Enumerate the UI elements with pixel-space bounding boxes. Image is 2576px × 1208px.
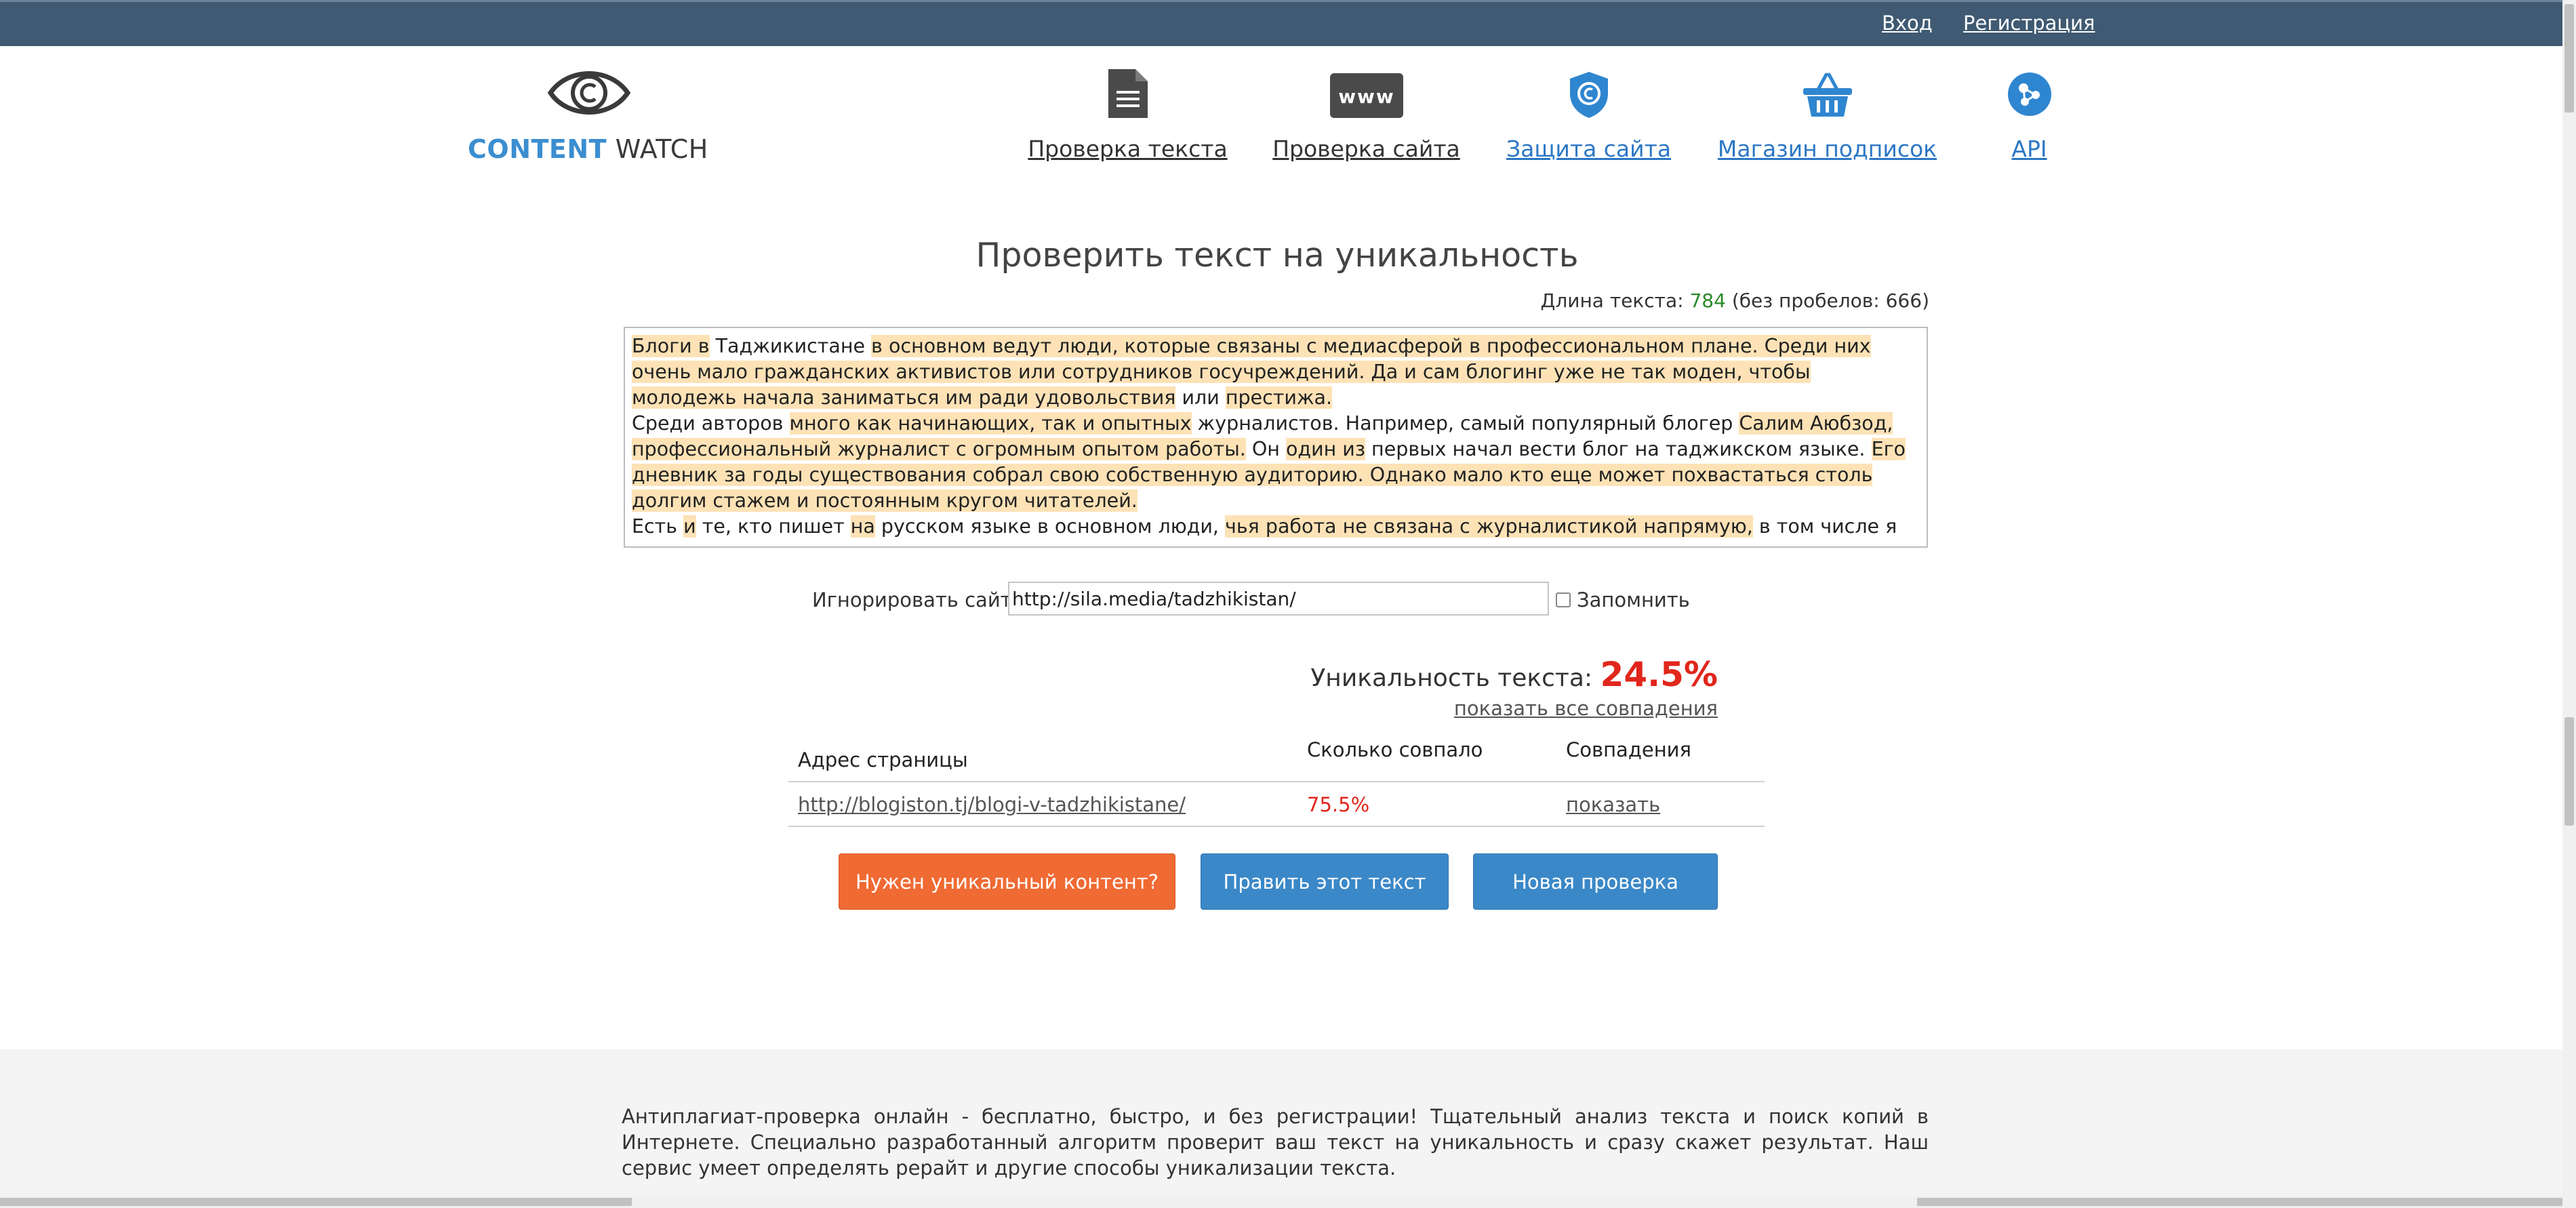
text-fragment: те, кто пишет [696,515,851,538]
remember-label: Запомнить [1577,588,1690,611]
match-url-link[interactable]: http://blogiston.tj/blogi-v-tadzhikistan… [798,793,1186,816]
document-icon [1107,68,1149,122]
scroll-thumb[interactable] [2564,717,2574,826]
scroll-thumb-left[interactable] [0,1198,632,1206]
text-fragment: Он [1245,438,1286,460]
text-paragraph: Блоги в Таджикистане в основном ведут лю… [632,334,1920,411]
nav-label-subscription-shop[interactable]: Магазин подписок [1718,136,1937,162]
svg-text:www: www [1338,85,1395,108]
uniqueness-label: Уникальность текста: [1310,664,1593,692]
need-content-button[interactable]: Нужен уникальный контент? [839,853,1175,910]
matches-table: Адрес страницы Сколько совпало Совпадени… [788,732,1765,827]
matched-fragment: чья работа не связана с журналистикой на… [1225,515,1753,538]
text-paragraph: Есть и те, кто пишет на русском языке в … [632,514,1920,546]
text-fragment: или [1175,386,1226,409]
vertical-scrollbar[interactable] [2562,0,2576,1208]
logo-part-content: CONTENT [468,134,607,164]
eye-copyright-icon[interactable] [547,66,631,123]
nav-label-site-protection[interactable]: Защита сайта [1506,136,1671,162]
length-value: 784 [1689,289,1726,312]
footer-description: Антиплагиат-проверка онлайн - бесплатно,… [622,1105,1929,1180]
matched-fragment: Блоги в [632,335,710,357]
uniqueness-value: 24.5% [1600,655,1718,694]
new-check-button[interactable]: Новая проверка [1473,853,1718,910]
matched-fragment: много как начинающих, так и опытных [789,412,1192,435]
www-icon: www [1329,73,1403,121]
text-fragment: первых начал вести блог на таджикском яз… [1365,438,1872,460]
text-length-info: Длина текста: 784 (без пробелов: 666) [1540,289,1929,312]
header-page-address: Адрес страницы [798,748,968,771]
nav-label-site-check[interactable]: Проверка сайта [1272,136,1460,162]
nav-label-text-check[interactable]: Проверка текста [1028,136,1227,162]
scroll-thumb-right[interactable] [1917,1198,2562,1206]
ignore-site-label: Игнорировать сайт: [812,588,1019,611]
checked-text-box[interactable]: Блоги в Таджикистане в основном ведут лю… [624,327,1928,548]
login-link[interactable]: Вход [1882,12,1933,35]
page-title: Проверить текст на уникальность [975,236,1579,275]
length-suffix: (без пробелов: 666) [1731,289,1929,312]
ignore-site-input[interactable] [1008,582,1549,616]
header-matches: Совпадения [1566,738,1691,761]
logo-part-watch: WATCH [615,134,708,164]
text-fragment: журналистов. Например, самый популярный … [1191,412,1739,435]
table-header: Адрес страницы Сколько совпало Совпадени… [788,732,1765,782]
header-match-amount: Сколько совпало [1307,738,1483,761]
api-nodes-icon [2007,72,2052,119]
matched-fragment: и [683,515,696,538]
scroll-thumb[interactable] [2564,4,2574,113]
length-prefix: Длина текста: [1540,289,1684,312]
basket-icon [1802,72,1853,121]
text-fragment: Есть [632,515,684,538]
horizontal-scrollbar[interactable] [0,1196,2562,1208]
matched-fragment: один из [1285,438,1365,460]
text-fragment: Среди авторов [632,412,790,435]
top-bar: Вход Регистрация [0,0,2562,46]
nav-label-api[interactable]: API [2011,136,2047,162]
logo-wordmark[interactable]: CONTENT WATCH [468,134,708,164]
text-fragment: Таджикистане [709,335,872,357]
show-all-matches-link[interactable]: показать все совпадения [1454,697,1718,720]
register-link[interactable]: Регистрация [1963,12,2095,35]
uniqueness-result: Уникальность текста: 24.5% [1310,655,1718,694]
table-row: http://blogiston.tj/blogi-v-tadzhikistan… [788,782,1765,827]
matched-fragment: престижа. [1225,386,1333,409]
text-paragraph: Среди авторов много как начинающих, так … [632,411,1920,514]
show-match-link[interactable]: показать [1566,793,1660,816]
shield-icon [1567,71,1611,122]
text-fragment: русском языке в основном люди, [874,515,1226,538]
match-percent: 75.5% [1307,793,1370,816]
remember-checkbox[interactable] [1556,592,1571,607]
edit-text-button[interactable]: Править этот текст [1201,853,1449,910]
matched-fragment: на [850,515,875,538]
footer: Антиплагиат-проверка онлайн - бесплатно,… [0,1049,2562,1208]
